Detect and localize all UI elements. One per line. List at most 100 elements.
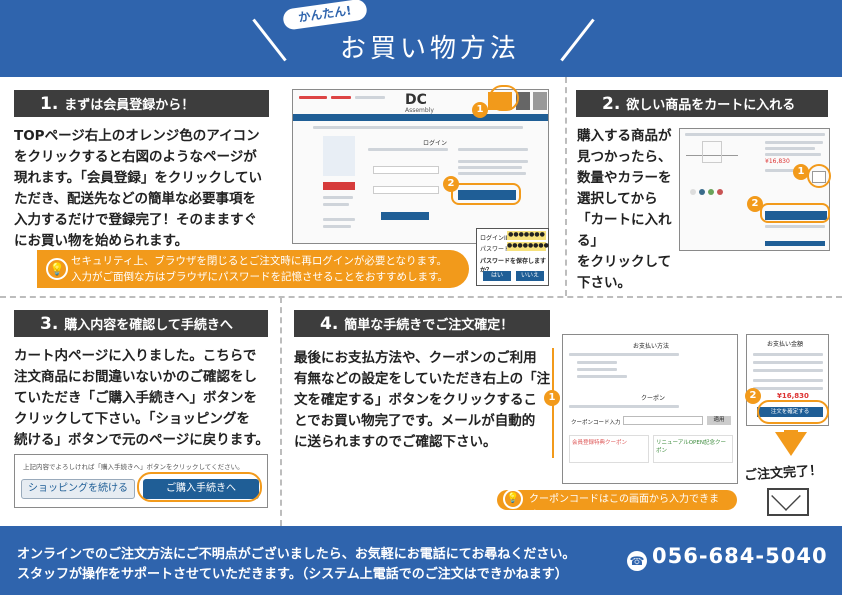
mock4-total: ¥16,830 <box>777 392 809 400</box>
checkout-highlight <box>137 472 262 502</box>
continue-shopping-button[interactable]: ショッピングを続ける <box>21 479 135 499</box>
mock2-qty-highlight <box>807 164 831 188</box>
step-4-title: 簡単な手続きでご注文確定！ <box>344 318 514 333</box>
header-slash-left <box>252 18 287 62</box>
popup-id-value: ●●●●●●● <box>507 231 546 240</box>
footer-line-2: スタッフが操作をサポートさせていただきます。（システム上電話でのご注文はできかね… <box>17 567 568 582</box>
popup-no-button[interactable]: いいえ <box>516 271 544 281</box>
mock2-badge-2: 2 <box>747 196 763 212</box>
coupon-apply-button[interactable]: 適用 <box>707 416 731 425</box>
step-2-line: 見つかったら、 <box>577 149 672 165</box>
step-2-title: 欲しい商品をカートに入れる <box>626 98 796 113</box>
step-3-line: 続ける」ボタンで元のページに戻ります。 <box>14 432 269 448</box>
tip-1-line: セキュリティ上、ブラウザを閉じるとご注文時に再ログインが必要となります。 <box>71 255 448 267</box>
page-title: お買い物方法 <box>339 34 520 64</box>
step-2-line: 数量やカラーを <box>577 170 672 186</box>
step-1-title: まずは会員登録から！ <box>64 98 195 113</box>
mock1-id-field[interactable] <box>373 166 439 174</box>
step-1-line: 現れます。「会員登録」をクリックしてい <box>14 170 262 186</box>
step-4-line: に送られますのでご確認下さい。 <box>294 434 497 450</box>
mock1-brand-sub: Assembly <box>405 107 434 114</box>
renewal-coupon-card[interactable]: リニューアルOPEN記念クーポン <box>653 435 733 463</box>
step-3-body: カート内ページに入りました。こちらで 注文商品にお間違いないかのご確認をし てい… <box>14 346 284 451</box>
mail-icon <box>767 481 809 516</box>
mock4-coupon-label: クーポンコード入力 <box>571 420 621 426</box>
step-2-number: 2. <box>602 93 621 114</box>
step-1-title-bar: 1. まずは会員登録から！ <box>14 90 269 117</box>
step-2-line: 選択してから <box>577 191 658 207</box>
lightbulb-icon: 💡 <box>46 258 68 280</box>
step-2-title-bar: 2. 欲しい商品をカートに入れる <box>576 90 828 117</box>
coupon-code-input[interactable] <box>623 416 703 425</box>
step-1-tip: セキュリティ上、ブラウザを閉じるとご注文時に再ログインが必要となります。 入力が… <box>37 250 469 288</box>
step-1-number: 1. <box>40 93 59 114</box>
step-1-line: をクリックすると右図のようなページが <box>14 149 257 165</box>
step-3-line: クリックして下さい。「ショッピングを <box>14 411 250 427</box>
mock2-cart-highlight <box>760 203 830 223</box>
mock1-sidebar-red <box>323 182 355 190</box>
step-1-screenshot: DC Assembly ログイン <box>292 89 549 244</box>
mock4-payment-title: お支払い方法 <box>633 343 670 350</box>
step-1-body: TOPページ右上のオレンジ色のアイコン をクリックすると右図のようなページが 現… <box>14 126 284 252</box>
mock1-icon-highlight <box>489 85 519 111</box>
mock1-badge-1: 1 <box>472 102 488 118</box>
step-3-title: 購入内容を確認して手続きへ <box>64 318 233 333</box>
mock1-login-title: ログイン <box>423 140 448 147</box>
password-save-popup: ログインID ●●●●●●● パスワード ●●●●●●●● パスワードを保存しま… <box>476 228 549 286</box>
step-4-title-bar: 4. 簡単な手続きでご注文確定！ <box>294 310 550 337</box>
step-2-body: 購入する商品が 見つかったら、 数量やカラーを 選択してから 「カートに入れる」… <box>577 126 677 294</box>
mock2-product-image <box>702 141 722 163</box>
member-coupon-card[interactable]: 会員登録特典クーポン <box>569 435 649 463</box>
divider-horizontal <box>0 296 842 298</box>
step-1-line: TOPページ右上のオレンジ色のアイコン <box>14 128 260 144</box>
mock2-badge-1: 1 <box>793 164 809 180</box>
phone-number[interactable]: 056-684-5040 <box>652 544 828 568</box>
lightbulb-icon: 💡 <box>503 489 523 509</box>
step-4-payment-screenshot: お支払い方法 クーポン クーポンコード入力 適用 会員登録特典クーポン リニュー… <box>562 334 738 484</box>
mock4-badge-2: 2 <box>745 388 761 404</box>
mock4-summary-title: お支払い金額 <box>767 341 804 348</box>
footer-line-1: オンラインでのご注文方法にご不明点がございましたら、お気軽にお電話にてお尋ねくだ… <box>17 547 576 562</box>
step-4-number: 4. <box>320 313 339 334</box>
step-4-line: 文を確定する」ボタンをクリックするこ <box>294 392 537 408</box>
popup-pw-label: パスワード <box>480 246 511 253</box>
mock4-coupon-title: クーポン <box>641 395 666 402</box>
step-3-title-bar: 3. 購入内容を確認して手続きへ <box>14 310 268 337</box>
mock1-nav-bar <box>293 114 548 121</box>
step-1-line: にお買い物を始められます。 <box>14 233 189 249</box>
confirm-highlight <box>757 400 829 424</box>
step-4-line: 有無などの設定をしていただき右上の「注 <box>294 371 551 387</box>
step-3-line: ていただき「ご購入手続きへ」ボタンを <box>14 390 257 406</box>
phone-icon: ☎ <box>627 551 647 571</box>
step-3-number: 3. <box>40 313 59 334</box>
step-1-line: ただき、配送先などの簡単な必要事項を <box>14 191 257 207</box>
step-2-line: 下さい。 <box>577 275 631 291</box>
mock1-brand: DC <box>405 92 427 108</box>
mock1-menu-icon <box>533 92 547 110</box>
divider-vertical-top <box>565 77 567 296</box>
mock1-login-button[interactable] <box>381 212 429 220</box>
mock1-pw-field[interactable] <box>373 186 439 194</box>
mock1-register-highlight <box>451 183 521 205</box>
down-arrow-stem <box>784 430 798 440</box>
step-2-line: をクリックして <box>577 254 672 270</box>
step-2-screenshot: ¥16,830 <box>679 128 830 251</box>
step-1-line: 入力するだけで登録完了！そのまますぐ <box>14 212 257 228</box>
step-4-tip: クーポンコードはこの画面から入力できます。 <box>497 490 737 521</box>
step-2-line: 「カートに入れる」 <box>577 212 672 249</box>
step-4-line: 最後にお支払方法や、クーポンのご利用 <box>294 350 537 366</box>
popup-yes-button[interactable]: はい <box>483 271 511 281</box>
step-4-line: とでお買い物完了です。メールが自動的 <box>294 413 536 429</box>
popup-pw-value: ●●●●●●●● <box>507 242 549 251</box>
step-3-line: カート内ページに入りました。こちらで <box>14 348 257 364</box>
popup-id-label: ログインID <box>480 235 511 242</box>
mock3-caption: 上記内容でよろしければ「購入手続きへ」ボタンをクリックしてください。 <box>23 463 244 471</box>
order-complete-text: ご注文完了！ <box>743 463 823 484</box>
step-3-line: 注文商品にお間違いないかのご確認をし <box>14 369 257 385</box>
mock2-color-swatches[interactable] <box>690 189 723 195</box>
header-slash-right <box>560 18 595 62</box>
step-2-line: 購入する商品が <box>577 128 672 144</box>
mock2-share-bar <box>765 241 825 246</box>
mock1-badge-2: 2 <box>443 176 459 192</box>
mock2-price: ¥16,830 <box>765 158 790 165</box>
